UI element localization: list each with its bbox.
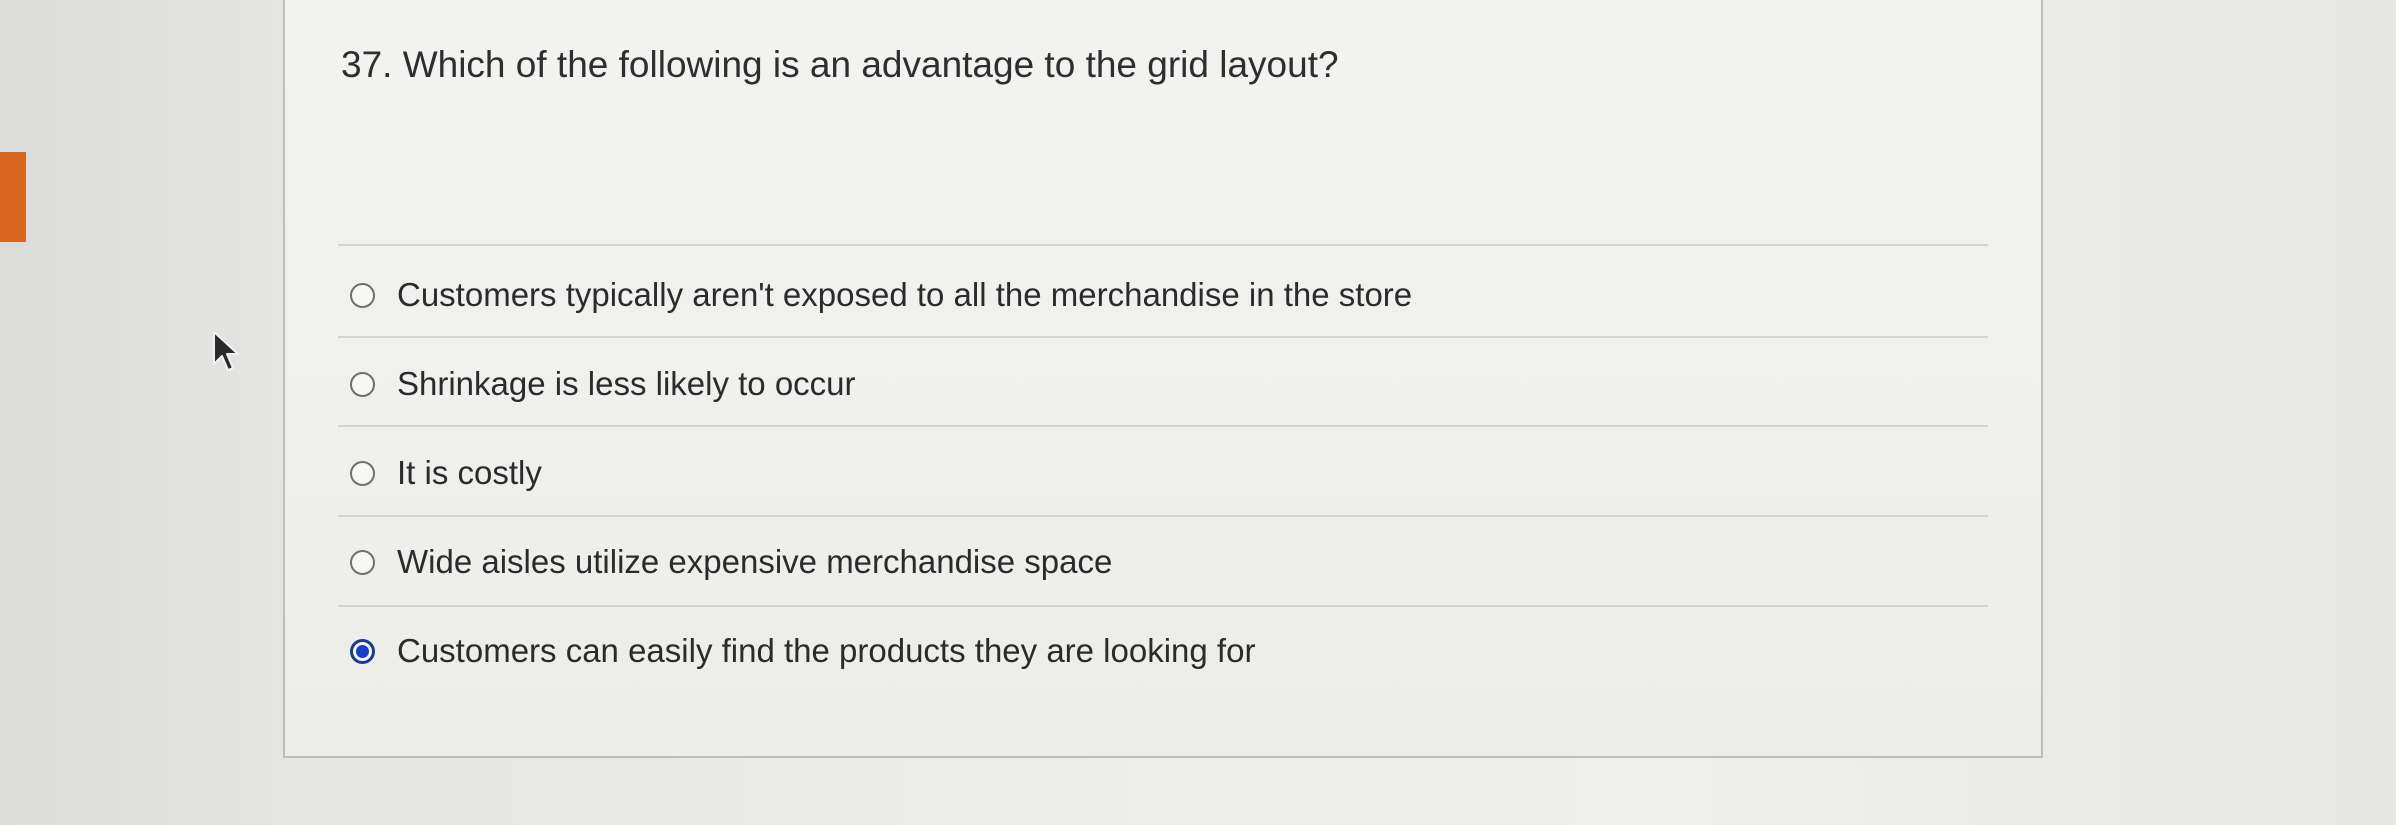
divider bbox=[338, 605, 1988, 607]
answer-option-2[interactable]: Shrinkage is less likely to occur bbox=[350, 359, 856, 409]
answer-option-label[interactable]: Shrinkage is less likely to occur bbox=[397, 365, 856, 403]
radio-button-selected-icon[interactable] bbox=[350, 638, 375, 664]
question-card: 37. Which of the following is an advanta… bbox=[283, 0, 2043, 758]
mouse-pointer-icon bbox=[213, 331, 239, 371]
answer-option-label[interactable]: It is costly bbox=[397, 454, 542, 492]
answer-option-3[interactable]: It is costly bbox=[350, 448, 542, 498]
divider bbox=[338, 244, 1988, 246]
answer-option-1[interactable]: Customers typically aren't exposed to al… bbox=[350, 270, 1412, 320]
question-text: 37. Which of the following is an advanta… bbox=[341, 44, 1339, 85]
answer-option-label[interactable]: Customers can easily find the products t… bbox=[397, 632, 1255, 670]
radio-button-icon[interactable] bbox=[350, 282, 375, 308]
divider bbox=[338, 515, 1988, 517]
answer-option-label[interactable]: Wide aisles utilize expensive merchandis… bbox=[397, 543, 1112, 581]
radio-button-icon[interactable] bbox=[350, 460, 375, 486]
radio-button-icon[interactable] bbox=[350, 549, 375, 575]
divider bbox=[338, 336, 1988, 338]
side-tab[interactable] bbox=[0, 152, 26, 242]
answer-option-label[interactable]: Customers typically aren't exposed to al… bbox=[397, 276, 1412, 314]
answer-option-5[interactable]: Customers can easily find the products t… bbox=[350, 626, 1255, 676]
answer-option-4[interactable]: Wide aisles utilize expensive merchandis… bbox=[350, 537, 1112, 587]
divider bbox=[338, 425, 1988, 427]
radio-button-icon[interactable] bbox=[350, 371, 375, 397]
